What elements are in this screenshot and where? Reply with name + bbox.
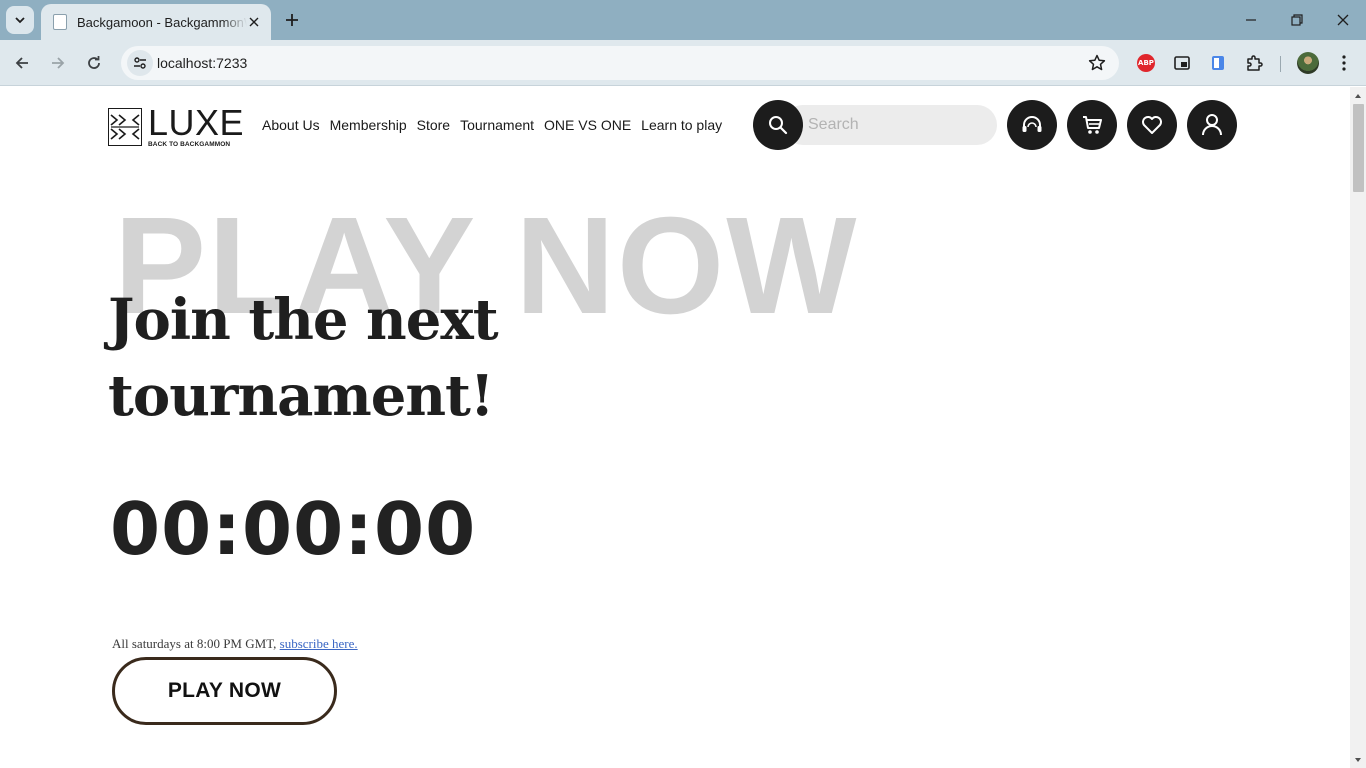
minimize-button[interactable]: [1236, 6, 1266, 34]
logo-tagline: BACK TO BACKGAMMON: [148, 141, 231, 148]
search-button[interactable]: [753, 100, 803, 150]
schedule-text: All saturdays at 8:00 PM GMT,: [112, 636, 280, 651]
profile-avatar[interactable]: [1297, 52, 1319, 74]
search-input[interactable]: [783, 105, 997, 145]
nav-membership[interactable]: Membership: [330, 117, 407, 133]
browser-toolbar: localhost:7233 ABP: [0, 40, 1366, 86]
site-search: [753, 100, 997, 150]
puzzle-icon: [1247, 55, 1263, 71]
cart-icon: [1083, 116, 1102, 134]
favicon-icon: [53, 14, 67, 30]
site-info-button[interactable]: [127, 50, 153, 76]
user-icon: [1202, 114, 1222, 136]
play-now-button[interactable]: PLAY NOW: [112, 657, 337, 725]
main-navigation: About Us Membership Store Tournament ONE…: [262, 117, 732, 133]
tournament-countdown: 00:00:00: [110, 487, 477, 571]
chevron-down-icon: [15, 17, 25, 24]
web-page: LUXE BACK TO BACKGAMMON About Us Members…: [0, 87, 1350, 768]
page-scrollbar[interactable]: [1350, 87, 1366, 768]
nav-about-us[interactable]: About Us: [262, 117, 320, 133]
hero-headline: Join the next tournament!: [108, 287, 499, 429]
picture-in-picture-icon: [1174, 56, 1190, 70]
site-info-icon: [134, 57, 146, 69]
browser-menu-button[interactable]: [1332, 51, 1356, 75]
support-headset-icon: [1022, 116, 1042, 132]
clipboard-extension-button[interactable]: [1206, 51, 1230, 75]
backgammon-board-icon: [108, 108, 142, 146]
adblock-extension-button[interactable]: ABP: [1134, 51, 1158, 75]
back-button[interactable]: [8, 49, 36, 77]
nav-tournament[interactable]: Tournament: [460, 117, 534, 133]
scroll-thumb[interactable]: [1353, 104, 1364, 192]
restore-icon: [1291, 14, 1303, 26]
adblock-icon: ABP: [1137, 54, 1155, 72]
heart-icon: [1142, 116, 1162, 134]
tab-search-button[interactable]: [6, 6, 34, 34]
logo-word: LUXE: [148, 102, 245, 143]
site-logo[interactable]: LUXE BACK TO BACKGAMMON: [108, 105, 244, 148]
url-text: localhost:7233: [157, 55, 248, 71]
subscribe-link[interactable]: subscribe here.: [280, 636, 358, 651]
nav-learn-to-play[interactable]: Learn to play: [641, 117, 722, 133]
bookmark-button[interactable]: [1087, 53, 1107, 73]
picture-in-picture-button[interactable]: [1170, 51, 1194, 75]
reload-button[interactable]: [80, 49, 108, 77]
close-tab-button[interactable]: [245, 13, 263, 31]
kebab-menu-icon: [1342, 55, 1346, 71]
forward-icon: [52, 57, 65, 69]
close-icon: [249, 17, 259, 27]
new-tab-button[interactable]: [280, 8, 304, 32]
clipboard-icon: [1212, 56, 1224, 70]
extensions-button[interactable]: [1242, 51, 1266, 75]
search-icon: [769, 116, 788, 135]
nav-store[interactable]: Store: [417, 117, 450, 133]
restore-button[interactable]: [1282, 6, 1312, 34]
scroll-down-icon[interactable]: [1354, 756, 1362, 764]
toolbar-separator: [1280, 56, 1281, 72]
account-button[interactable]: [1187, 100, 1237, 150]
reload-icon: [88, 56, 100, 69]
star-icon: [1088, 54, 1106, 71]
nav-one-vs-one[interactable]: ONE VS ONE: [544, 117, 631, 133]
logo-text: LUXE BACK TO BACKGAMMON: [148, 102, 245, 149]
plus-icon: [286, 14, 298, 26]
tab-title: Backgamoon - BackgammonWeb: [77, 14, 247, 30]
forward-button[interactable]: [44, 49, 72, 77]
scroll-up-icon[interactable]: [1354, 92, 1362, 100]
wishlist-button[interactable]: [1127, 100, 1177, 150]
cart-button[interactable]: [1067, 100, 1117, 150]
back-icon: [15, 57, 28, 69]
window-close-icon: [1337, 14, 1349, 26]
browser-tab-strip: Backgamoon - BackgammonWeb: [0, 0, 1366, 40]
tournament-schedule: All saturdays at 8:00 PM GMT, subscribe …: [112, 636, 358, 652]
minimize-icon: [1246, 19, 1256, 21]
support-button[interactable]: [1007, 100, 1057, 150]
window-close-button[interactable]: [1328, 6, 1358, 34]
browser-tab[interactable]: Backgamoon - BackgammonWeb: [41, 4, 271, 40]
address-bar[interactable]: localhost:7233: [121, 46, 1119, 80]
